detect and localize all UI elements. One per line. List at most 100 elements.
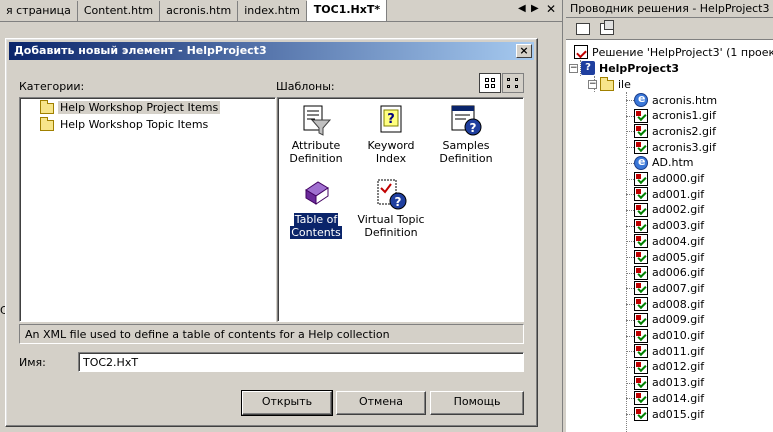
tree-file-item[interactable]: ad014.gif xyxy=(634,390,704,406)
tree-folder[interactable]: − ile xyxy=(588,76,631,92)
tab-scroll-right-icon[interactable]: ▶ xyxy=(531,3,539,14)
tree-file-item[interactable]: ad005.gif xyxy=(634,249,704,265)
large-icons-view-button[interactable] xyxy=(479,73,501,93)
image-file-icon xyxy=(634,281,648,296)
template-keyword-index[interactable]: ? Keyword Index xyxy=(353,104,429,165)
tree-file-item[interactable]: ad002.gif xyxy=(634,202,704,218)
collapse-icon[interactable]: − xyxy=(588,79,597,89)
samples-definition-icon: ? xyxy=(450,104,482,136)
tree-project[interactable]: − ? HelpProject3 xyxy=(569,60,679,76)
tab-acronis-htm[interactable]: acronis.htm xyxy=(160,1,239,21)
file-name: ad013.gif xyxy=(652,376,705,390)
help-button[interactable]: Помощь xyxy=(430,391,524,415)
file-name: ad010.gif xyxy=(652,329,705,342)
image-file-icon xyxy=(634,297,648,312)
tab-start-page[interactable]: я страница xyxy=(0,1,78,21)
tree-file-item[interactable]: ad007.gif xyxy=(634,280,704,296)
file-name: ad000.gif xyxy=(652,172,705,185)
tree-file-item[interactable]: ad000.gif xyxy=(634,171,704,187)
svg-text:?: ? xyxy=(387,112,395,127)
file-name: ad007.gif xyxy=(652,281,705,295)
tree-file-item[interactable]: ad012.gif xyxy=(634,359,704,375)
folder-icon xyxy=(40,116,54,131)
image-file-icon xyxy=(634,124,648,139)
tab-toc1-hxt[interactable]: TOC1.HxT* xyxy=(306,0,388,21)
image-file-icon xyxy=(634,344,648,359)
editor-tab-strip: я страница Content.htm acronis.htm index… xyxy=(0,0,562,22)
solution-explorer-toolbar xyxy=(566,18,773,40)
tree-file-item[interactable]: ad004.gif xyxy=(634,233,704,249)
tree-file-item[interactable]: ad010.gif xyxy=(634,328,704,344)
categories-list[interactable]: Help Workshop Project Items Help Worksho… xyxy=(19,97,276,322)
tree-file-item[interactable]: ad008.gif xyxy=(634,296,704,312)
category-project-items[interactable]: Help Workshop Project Items xyxy=(40,99,221,115)
file-name: ad014.gif xyxy=(652,391,705,405)
tree-file-item[interactable]: AD.htm xyxy=(634,155,694,171)
tree-file-item[interactable]: ad001.gif xyxy=(634,186,704,202)
show-all-files-icon[interactable] xyxy=(600,19,614,35)
solution-explorer-title: Проводник решения - HelpProject3 xyxy=(566,0,773,18)
tree-file-item[interactable]: ad015.gif xyxy=(634,406,704,422)
project-icon: ? xyxy=(581,61,595,75)
image-file-icon xyxy=(634,171,648,186)
template-description: An XML file used to define a table of co… xyxy=(19,324,524,344)
cancel-button[interactable]: Отмена xyxy=(336,391,426,415)
templates-label: Шаблоны: xyxy=(276,80,335,93)
image-file-icon xyxy=(634,218,648,233)
file-name: ad002.gif xyxy=(652,203,705,217)
dialog-title-bar: Добавить новый элемент - HelpProject3 × xyxy=(9,42,534,60)
virtual-topic-definition-icon: ? xyxy=(375,178,407,210)
name-input[interactable] xyxy=(78,352,524,372)
tree-file-item[interactable]: acronis3.gif xyxy=(634,139,716,155)
tree-file-item[interactable]: acronis2.gif xyxy=(634,123,716,139)
category-topic-items[interactable]: Help Workshop Topic Items xyxy=(40,116,210,132)
image-file-icon xyxy=(634,375,648,390)
svg-text:?: ? xyxy=(470,121,477,135)
svg-text:?: ? xyxy=(395,195,402,209)
properties-icon[interactable] xyxy=(576,22,590,35)
tab-scroll-left-icon[interactable]: ◀ xyxy=(518,3,526,14)
image-file-icon xyxy=(634,312,648,327)
file-name: ad001.gif xyxy=(652,187,705,201)
file-name: acronis3.gif xyxy=(652,140,716,154)
template-attribute-definition[interactable]: Attribute Definition xyxy=(278,104,354,165)
add-new-item-dialog: Добавить новый элемент - HelpProject3 × … xyxy=(5,38,538,427)
template-virtual-topic-definition[interactable]: ? Virtual Topic Definition xyxy=(353,178,429,239)
tree-file-item[interactable]: acronis.htm xyxy=(634,92,717,108)
file-name: acronis1.gif xyxy=(652,109,716,123)
image-file-icon xyxy=(634,234,648,249)
solution-icon xyxy=(574,45,588,59)
tree-file-item[interactable]: ad009.gif xyxy=(634,312,704,328)
close-document-icon[interactable]: ✕ xyxy=(546,2,556,16)
tab-index-htm[interactable]: index.htm xyxy=(238,1,307,21)
name-label: Имя: xyxy=(19,356,46,369)
tree-file-item[interactable]: acronis1.gif xyxy=(634,108,716,124)
image-file-icon xyxy=(634,265,648,280)
solution-explorer: Проводник решения - HelpProject3 Решение… xyxy=(566,0,773,432)
file-name: acronis.htm xyxy=(652,93,718,107)
open-button[interactable]: Открыть xyxy=(241,390,333,416)
image-file-icon xyxy=(634,328,648,343)
image-file-icon xyxy=(634,187,648,202)
templates-list[interactable]: Attribute Definition ? Keyword Index ? S… xyxy=(277,97,524,322)
collapse-icon[interactable]: − xyxy=(569,63,578,73)
file-name: ad005.gif xyxy=(652,250,705,264)
image-file-icon xyxy=(634,407,648,421)
image-file-icon xyxy=(634,391,648,406)
template-samples-definition[interactable]: ? Samples Definition xyxy=(428,104,504,165)
tree-file-item[interactable]: ad006.gif xyxy=(634,265,704,281)
tab-content-htm[interactable]: Content.htm xyxy=(78,1,161,21)
file-name: ad011.gif xyxy=(652,344,705,358)
tree-file-item[interactable]: ad013.gif xyxy=(634,375,704,391)
image-file-icon xyxy=(634,108,648,123)
file-name: ad012.gif xyxy=(652,360,705,374)
tree-file-item[interactable]: ad011.gif xyxy=(634,343,704,359)
tree-solution[interactable]: Решение 'HelpProject3' (1 проект) xyxy=(574,44,773,60)
template-table-of-contents[interactable]: Table of Contents xyxy=(278,178,354,239)
close-icon[interactable]: × xyxy=(516,44,532,58)
tree-file-item[interactable]: ad003.gif xyxy=(634,218,704,234)
book-icon xyxy=(300,178,332,210)
file-name: ad003.gif xyxy=(652,219,705,233)
small-icons-view-button[interactable] xyxy=(502,73,524,93)
dialog-title: Добавить новый элемент - HelpProject3 xyxy=(14,44,267,57)
